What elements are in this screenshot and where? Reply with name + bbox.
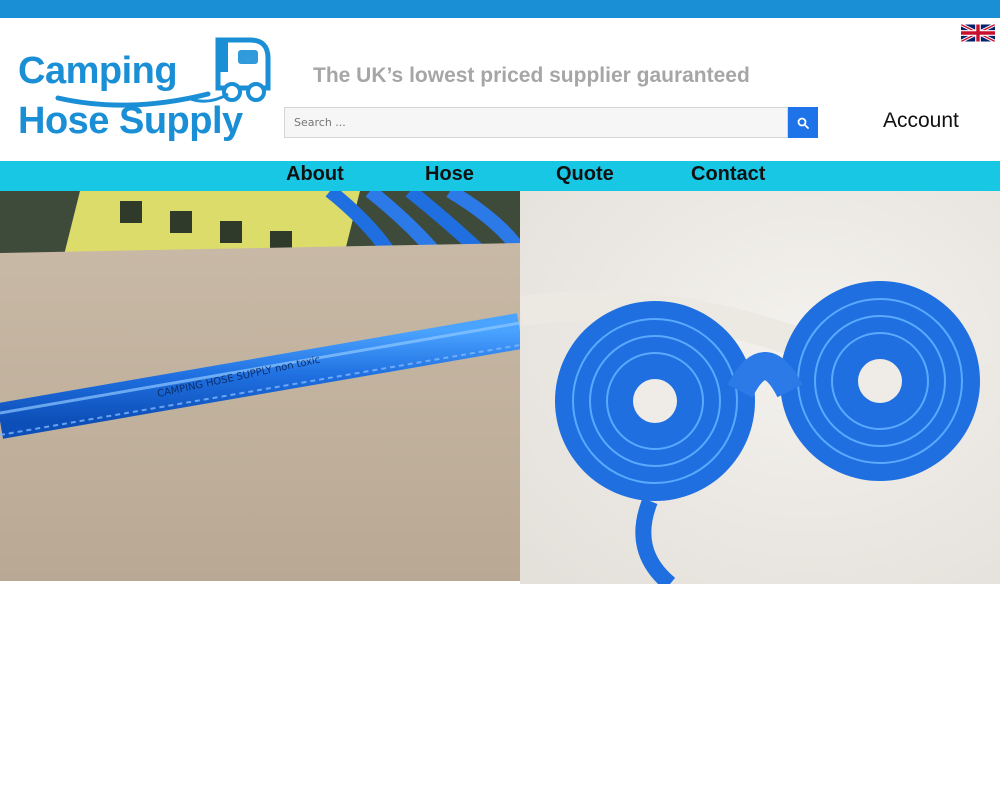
nav-item-hose[interactable]: Hose [425,163,474,186]
logo-line2: Hose Supply [18,100,243,142]
nav-item-about[interactable]: About [286,163,344,186]
logo-line1: Camping [18,50,178,92]
main-nav: About Hose Quote Contact [0,161,1000,191]
coiled-hoses-photo [520,191,1000,584]
nav-item-quote[interactable]: Quote [556,163,614,186]
tagline: The UK’s lowest priced supplier gaurante… [313,64,750,87]
hose-on-box-photo: CAMPING HOSE SUPPLY non toxic [0,191,520,581]
nav-item-contact[interactable]: Contact [691,163,765,186]
top-bar [0,0,1000,18]
search-icon [797,117,809,129]
search-input[interactable] [284,107,788,138]
search-button[interactable] [788,107,818,138]
site-logo[interactable]: Camping Hose Supply [18,36,273,146]
uk-flag-icon[interactable] [961,23,995,43]
account-link[interactable]: Account [883,109,959,133]
